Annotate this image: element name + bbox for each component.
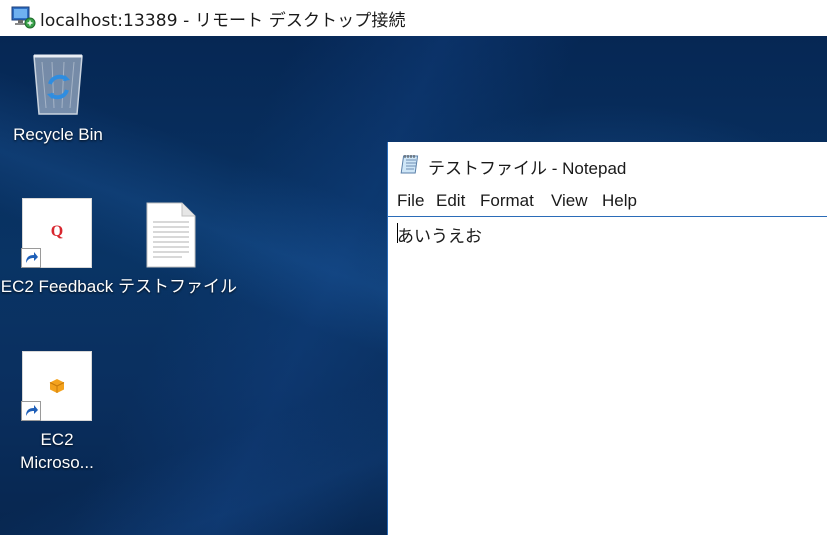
desktop-icon-ec2-feedback[interactable]: Q EC2 Feedback [0,198,114,302]
ec2-microsoft-label-line1: EC2 [40,430,74,449]
notepad-icon [400,155,419,174]
notepad-content: あいうえお [397,227,482,247]
desktop-icon-ec2-microsoft[interactable]: EC2 Microso... [6,351,108,481]
rdp-titlebar[interactable]: localhost:13389 - リモート デスクトップ接続 [0,0,827,36]
menu-help[interactable]: Help [602,191,637,211]
ec2-cube-icon [49,379,65,393]
menu-format[interactable]: Format [480,191,534,211]
remote-desktop-icon [11,6,36,29]
notepad-title: テストファイル - Notepad [428,159,627,178]
text-file-icon [146,202,196,268]
notepad-titlebar[interactable]: テストファイル - Notepad [388,142,827,186]
menu-view[interactable]: View [551,191,588,211]
notepad-text-area[interactable]: あいうえお [388,217,827,535]
rdp-window-title: localhost:13389 - リモート デスクトップ接続 [40,11,406,31]
notepad-menubar: File Edit Format View Help [388,186,827,217]
notepad-window[interactable]: テストファイル - Notepad File Edit Format View … [387,142,827,535]
ec2-feedback-label: EC2 Feedback [0,277,114,296]
feedback-q-glyph: Q [50,223,64,240]
menu-file[interactable]: File [397,191,424,211]
menu-edit[interactable]: Edit [436,191,465,211]
ec2-microsoft-label-line2: Microso... [20,453,94,472]
recycle-bin-icon [33,54,83,115]
recycle-bin-label: Recycle Bin [13,125,103,144]
shortcut-arrow-icon [21,248,41,268]
desktop-icon-recycle-bin[interactable]: Recycle Bin [8,44,108,148]
shortcut-arrow-icon [21,401,41,421]
text-caret [397,223,398,243]
desktop-icon-test-file[interactable]: テストファイル [118,198,237,302]
test-file-label: テストファイル [118,277,237,296]
